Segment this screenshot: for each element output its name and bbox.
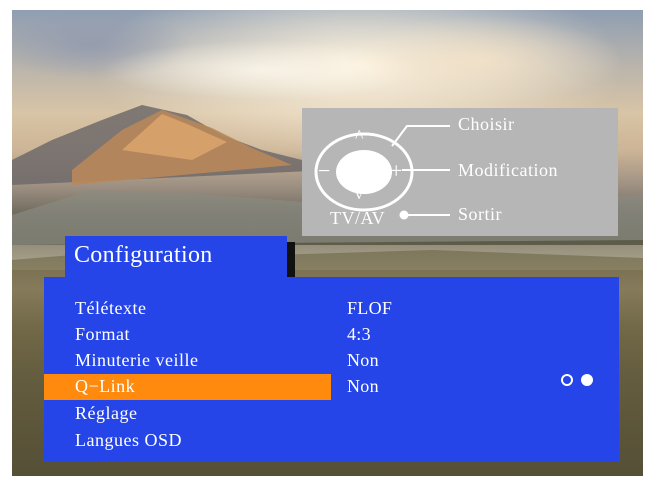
- menu-item-label: Q−Link: [75, 376, 136, 396]
- configuration-menu-panel: Télétexte FLOF Format 4:3 Minuterie veil…: [44, 277, 619, 462]
- menu-item-value: Non: [347, 350, 379, 370]
- legend-modify-label: Modification: [458, 160, 558, 180]
- menu-item-teletext[interactable]: Télétexte: [44, 296, 331, 322]
- page-indicator: [561, 374, 603, 390]
- menu-item-tuning[interactable]: Réglage: [44, 401, 331, 427]
- menu-item-label: Minuterie veille: [75, 350, 199, 370]
- menu-item-osd-languages[interactable]: Langues OSD: [44, 428, 331, 454]
- page-dot-inactive-icon: [561, 374, 573, 386]
- menu-item-format[interactable]: Format: [44, 322, 331, 348]
- minus-icon: −: [318, 158, 331, 183]
- up-arrow-icon: ^: [355, 126, 364, 146]
- page-dot-active-icon: [581, 374, 593, 386]
- menu-item-label: Télétexte: [75, 298, 147, 318]
- menu-title-tab: Configuration: [65, 236, 287, 278]
- menu-item-value: FLOF: [347, 298, 393, 318]
- menu-item-value: 4:3: [347, 324, 371, 344]
- menu-item-label: Langues OSD: [75, 430, 182, 450]
- down-arrow-icon: v: [355, 186, 364, 203]
- remote-control-legend: ^ v − + Choisir Modification Sortir TV/A…: [302, 108, 618, 236]
- menu-item-value: Non: [347, 376, 379, 396]
- legend-choose-label: Choisir: [458, 114, 515, 134]
- menu-item-label: Réglage: [75, 403, 138, 423]
- legend-exit-label: Sortir: [458, 204, 503, 224]
- plus-icon: +: [390, 158, 403, 183]
- menu-item-label: Format: [75, 324, 130, 344]
- menu-item-sleep-timer[interactable]: Minuterie veille: [44, 348, 331, 374]
- tvav-button-label: TV/AV: [330, 208, 386, 228]
- menu-title: Configuration: [74, 242, 213, 268]
- menu-item-q-link[interactable]: Q−Link: [44, 374, 331, 400]
